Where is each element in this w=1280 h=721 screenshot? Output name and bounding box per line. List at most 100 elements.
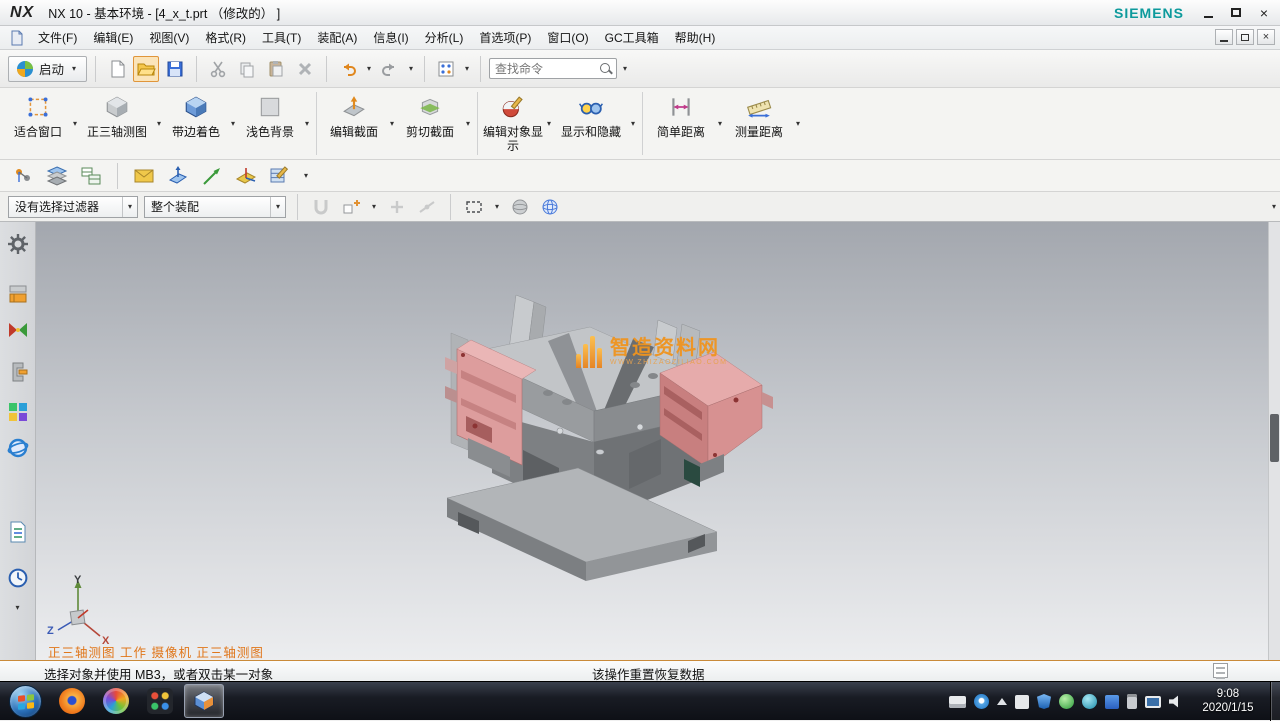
edit-object-display-dropdown[interactable]: ▾ xyxy=(544,120,554,128)
simple-distance-button[interactable]: 简单距离 xyxy=(647,88,715,159)
help-tray-icon[interactable] xyxy=(974,694,989,709)
save-button[interactable] xyxy=(162,56,188,82)
undo-button[interactable] xyxy=(335,56,361,82)
mdi-restore-button[interactable] xyxy=(1236,29,1254,45)
start-dropdown[interactable]: ▾ xyxy=(69,65,79,73)
menu-information[interactable]: 信息(I) xyxy=(365,26,416,50)
open-button[interactable] xyxy=(133,56,159,82)
mdi-minimize-button[interactable] xyxy=(1215,29,1233,45)
sidebar-expand-button[interactable]: ▾ xyxy=(4,594,32,622)
menu-view[interactable]: 视图(V) xyxy=(141,26,197,50)
mdi-close-button[interactable]: × xyxy=(1257,29,1275,45)
show-hide-dropdown[interactable]: ▾ xyxy=(628,120,638,128)
show-hide-button[interactable]: 显示和隐藏 xyxy=(554,88,628,159)
taskbar-firefox-button[interactable] xyxy=(52,684,92,718)
touch-mode-button[interactable] xyxy=(433,56,459,82)
history-button[interactable] xyxy=(4,564,32,592)
snap-point-dropdown[interactable]: ▾ xyxy=(369,203,379,211)
menu-preferences[interactable]: 首选项(P) xyxy=(471,26,539,50)
fit-window-button[interactable]: 适合窗口 xyxy=(6,88,70,159)
tray-app-icon[interactable] xyxy=(1015,695,1029,709)
rectangle-select-button[interactable] xyxy=(462,195,486,219)
menu-tools[interactable]: 工具(T) xyxy=(254,26,309,50)
menu-help[interactable]: 帮助(H) xyxy=(667,26,724,50)
tray-expand-icon[interactable] xyxy=(997,693,1007,705)
shaded-edges-dropdown[interactable]: ▾ xyxy=(228,120,238,128)
menu-file[interactable]: 文件(F) xyxy=(30,26,85,50)
shaded-edges-button[interactable]: 带边着色 xyxy=(164,88,228,159)
redo-dropdown[interactable]: ▾ xyxy=(406,65,416,73)
search-input[interactable] xyxy=(490,62,599,76)
viewport-scrollbar[interactable] xyxy=(1268,222,1280,660)
view-triad[interactable]: Y X Z xyxy=(44,574,114,650)
volume-icon[interactable] xyxy=(1169,695,1184,709)
taskbar-clock[interactable]: 9:08 2020/1/15 xyxy=(1192,687,1264,715)
touch-mode-dropdown[interactable]: ▾ xyxy=(462,65,472,73)
minimize-button[interactable] xyxy=(1198,3,1218,22)
taskbar-browser-button[interactable] xyxy=(96,684,136,718)
isometric-view-dropdown[interactable]: ▾ xyxy=(154,120,164,128)
display-icon[interactable] xyxy=(1145,696,1161,708)
layer-visible-button[interactable] xyxy=(78,163,104,189)
selection-filter-combo[interactable]: 没有选择过滤器 ▾ xyxy=(8,196,138,218)
menu-format[interactable]: 格式(R) xyxy=(197,26,254,50)
shaded-sphere-button[interactable] xyxy=(508,195,532,219)
datum-axis-button[interactable] xyxy=(199,163,225,189)
snap-point-button[interactable] xyxy=(339,195,363,219)
chevron-down-icon[interactable]: ▾ xyxy=(270,197,285,217)
menu-window[interactable]: 窗口(O) xyxy=(539,26,596,50)
graphics-viewport[interactable]: 智造资料网 WWW.ZHIZAOZILIAO.COM Y X Z 正三轴测图 工… xyxy=(36,222,1280,660)
taskbar-launcher-button[interactable] xyxy=(140,684,180,718)
hd3d-tools-button[interactable] xyxy=(4,398,32,426)
light-background-dropdown[interactable]: ▾ xyxy=(302,120,312,128)
constraint-navigator-button[interactable] xyxy=(4,316,32,344)
menu-analysis[interactable]: 分析(L) xyxy=(417,26,472,50)
isometric-view-button[interactable]: 正三轴测图 xyxy=(80,88,154,159)
show-desktop-button[interactable] xyxy=(1270,682,1280,721)
datum-csys-button[interactable] xyxy=(233,163,259,189)
paste-button[interactable] xyxy=(263,56,289,82)
sync-status-icon[interactable] xyxy=(1082,694,1097,709)
clip-section-button[interactable]: 剪切截面 xyxy=(397,88,463,159)
snap-mid-button[interactable] xyxy=(415,195,439,219)
menu-assemblies[interactable]: 装配(A) xyxy=(309,26,365,50)
assembly-navigator-button[interactable] xyxy=(4,358,32,386)
start-menu-button[interactable]: 启动 ▾ xyxy=(8,56,87,82)
redo-button[interactable] xyxy=(377,56,403,82)
part-navigator-button[interactable] xyxy=(4,280,32,308)
datum-plane-button[interactable] xyxy=(165,163,191,189)
move-component-button[interactable] xyxy=(10,163,36,189)
toolbar-overflow-dropdown[interactable]: ▾ xyxy=(1272,202,1276,211)
search-icon[interactable] xyxy=(599,62,613,76)
measure-distance-button[interactable]: 测量距离 xyxy=(725,88,793,159)
selection-scope-combo[interactable]: 整个装配 ▾ xyxy=(144,196,286,218)
new-button[interactable] xyxy=(104,56,130,82)
edit-section-dropdown[interactable]: ▾ xyxy=(387,120,397,128)
copy-button[interactable] xyxy=(234,56,260,82)
light-background-button[interactable]: 浅色背景 xyxy=(238,88,302,159)
wave-link-button[interactable] xyxy=(131,163,157,189)
input-method-icon[interactable] xyxy=(949,696,966,708)
measure-distance-dropdown[interactable]: ▾ xyxy=(793,120,803,128)
maximize-button[interactable] xyxy=(1226,3,1246,22)
undo-dropdown[interactable]: ▾ xyxy=(364,65,374,73)
edit-object-display-button[interactable]: 编辑对象显示 xyxy=(482,88,544,159)
blue-app-tray-icon[interactable] xyxy=(1105,695,1119,709)
roles-button[interactable] xyxy=(4,230,32,258)
view-section-palette-button[interactable] xyxy=(267,163,293,189)
clip-section-dropdown[interactable]: ▾ xyxy=(463,120,473,128)
close-button[interactable]: × xyxy=(1254,3,1274,22)
menu-gc-toolbox[interactable]: GC工具箱 xyxy=(597,26,667,50)
cut-button[interactable] xyxy=(205,56,231,82)
rectangle-select-dropdown[interactable]: ▾ xyxy=(492,203,502,211)
start-orb[interactable] xyxy=(9,685,42,718)
simple-distance-dropdown[interactable]: ▾ xyxy=(715,120,725,128)
web-browser-button[interactable] xyxy=(4,434,32,462)
assembly-toolbar-dropdown[interactable]: ▾ xyxy=(301,172,311,180)
scrollbar-thumb[interactable] xyxy=(1270,414,1279,462)
chevron-down-icon[interactable]: ▾ xyxy=(122,197,137,217)
materials-button[interactable] xyxy=(4,518,32,546)
wireframe-sphere-button[interactable] xyxy=(538,195,562,219)
green-status-icon[interactable] xyxy=(1059,694,1074,709)
menu-edit[interactable]: 编辑(E) xyxy=(85,26,141,50)
